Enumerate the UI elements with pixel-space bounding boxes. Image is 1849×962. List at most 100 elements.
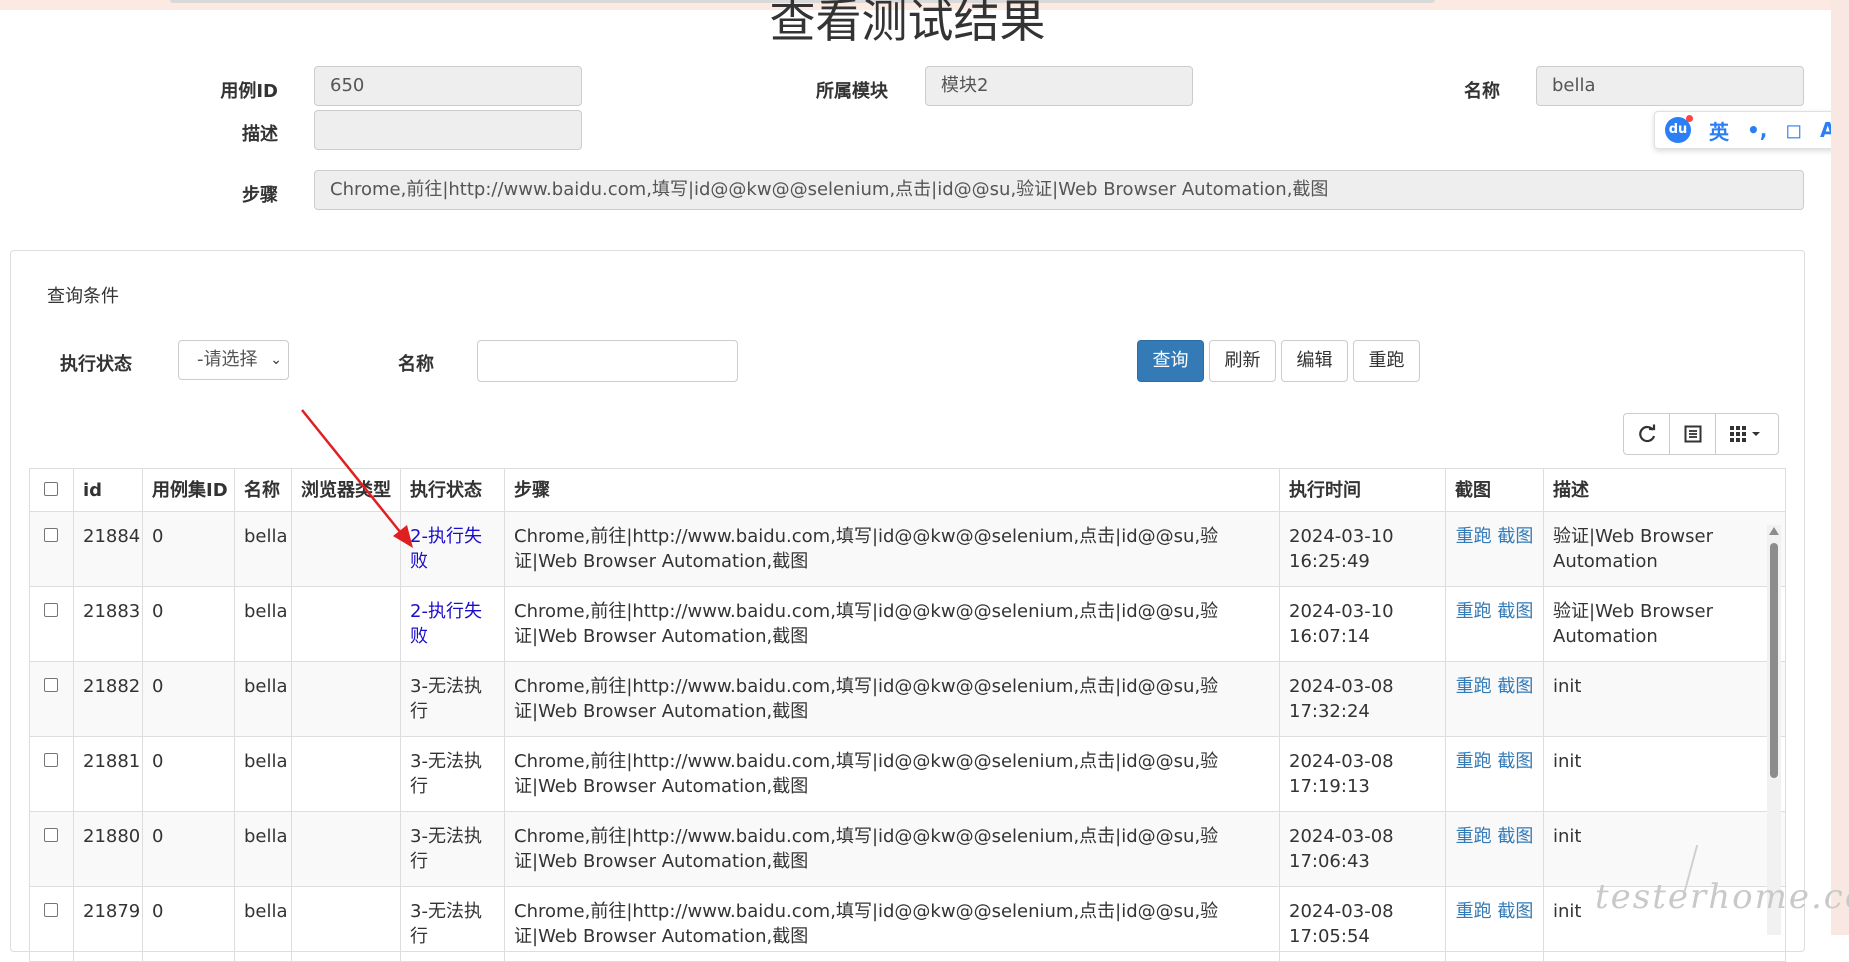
cell-id: 21880 xyxy=(73,811,143,887)
cell-name: bella xyxy=(234,661,292,737)
cell-status-link[interactable]: 2-执行失败 xyxy=(400,586,505,662)
status-filter-value: -请选择 xyxy=(197,349,258,370)
module-field[interactable]: 模块2 xyxy=(925,66,1193,106)
cell-time: 2024-03-08 17:19:13 xyxy=(1279,736,1446,812)
rerun-button[interactable]: 重跑 xyxy=(1353,340,1420,382)
screenshot-link[interactable]: 截图 xyxy=(1497,526,1533,547)
cell-id: 21884 xyxy=(73,511,143,587)
cell-status: 3-无法执行 xyxy=(400,811,505,887)
cell-status-link[interactable]: 2-执行失败 xyxy=(400,511,505,587)
table-row: 21880 0 bella 3-无法执行 Chrome,前往|http://ww… xyxy=(29,811,1786,887)
table-row: 21879 0 bella 3-无法执行 Chrome,前往|http://ww… xyxy=(29,886,1786,962)
name-filter-input[interactable] xyxy=(477,340,738,382)
screenshot-link[interactable]: 截图 xyxy=(1497,601,1533,622)
header-browser[interactable]: 浏览器类型 xyxy=(291,468,401,512)
header-name[interactable]: 名称 xyxy=(234,468,292,512)
search-button[interactable]: 查询 xyxy=(1137,340,1204,382)
table-scrollbar[interactable] xyxy=(1767,525,1781,935)
cell-name: bella xyxy=(234,736,292,812)
list-icon[interactable] xyxy=(1669,413,1716,455)
screenshot-link[interactable]: 截图 xyxy=(1497,676,1533,697)
row-checkbox[interactable] xyxy=(44,753,58,767)
steps-label: 步骤 xyxy=(242,185,278,206)
refresh-button[interactable]: 刷新 xyxy=(1209,340,1276,382)
screenshot-link[interactable]: 截图 xyxy=(1497,751,1533,772)
rerun-link[interactable]: 重跑 xyxy=(1456,826,1492,847)
screenshot-link[interactable]: 截图 xyxy=(1497,826,1533,847)
header-screenshot[interactable]: 截图 xyxy=(1445,468,1544,512)
header-id[interactable]: id xyxy=(73,468,143,512)
select-all-checkbox[interactable] xyxy=(44,481,58,496)
scrollbar-thumb[interactable] xyxy=(1770,543,1778,778)
cell-actions: 重跑 截图 xyxy=(1445,661,1544,737)
cell-description: init xyxy=(1543,661,1786,737)
punctuation-icon[interactable]: •, xyxy=(1747,118,1767,142)
table-row: 21881 0 bella 3-无法执行 Chrome,前往|http://ww… xyxy=(29,736,1786,812)
name-field[interactable]: bella xyxy=(1536,66,1804,106)
row-checkbox[interactable] xyxy=(44,903,58,917)
rerun-link[interactable]: 重跑 xyxy=(1456,526,1492,547)
chevron-down-icon: ⌄ xyxy=(270,352,282,368)
rerun-link[interactable]: 重跑 xyxy=(1456,601,1492,622)
description-field[interactable] xyxy=(314,110,582,150)
cell-suite-id: 0 xyxy=(142,886,235,962)
cell-id: 21883 xyxy=(73,586,143,662)
module-label: 所属模块 xyxy=(816,81,888,102)
table-row: 21882 0 bella 3-无法执行 Chrome,前往|http://ww… xyxy=(29,661,1786,737)
cell-name: bella xyxy=(234,811,292,887)
steps-field[interactable]: Chrome,前往|http://www.baidu.com,填写|id@@kw… xyxy=(314,170,1804,210)
cell-time: 2024-03-08 17:05:54 xyxy=(1279,886,1446,962)
cell-browser xyxy=(291,811,401,887)
select-all-cell[interactable] xyxy=(29,468,74,512)
cell-steps: Chrome,前往|http://www.baidu.com,填写|id@@kw… xyxy=(504,511,1280,587)
cell-description: 验证|Web Browser Automation xyxy=(1543,586,1786,662)
cell-description: init xyxy=(1543,736,1786,812)
ime-language-toggle[interactable]: 英 xyxy=(1709,116,1729,145)
edit-button[interactable]: 编辑 xyxy=(1281,340,1348,382)
columns-grid-icon[interactable] xyxy=(1715,413,1779,455)
header-steps[interactable]: 步骤 xyxy=(504,468,1280,512)
case-id-field[interactable]: 650 xyxy=(314,66,582,106)
row-checkbox[interactable] xyxy=(44,678,58,692)
cell-steps: Chrome,前往|http://www.baidu.com,填写|id@@kw… xyxy=(504,661,1280,737)
header-status[interactable]: 执行状态 xyxy=(400,468,505,512)
cell-time: 2024-03-08 17:06:43 xyxy=(1279,811,1446,887)
cell-browser xyxy=(291,586,401,662)
cell-browser xyxy=(291,511,401,587)
cell-name: bella xyxy=(234,886,292,962)
header-time[interactable]: 执行时间 xyxy=(1279,468,1446,512)
row-checkbox[interactable] xyxy=(44,528,58,542)
status-filter-select[interactable]: -请选择 ⌄ xyxy=(178,340,289,380)
cell-description: 验证|Web Browser Automation xyxy=(1543,511,1786,587)
cell-status: 3-无法执行 xyxy=(400,661,505,737)
cell-id: 21882 xyxy=(73,661,143,737)
query-conditions-title: 查询条件 xyxy=(47,286,119,307)
refresh-icon[interactable] xyxy=(1623,413,1670,455)
cell-browser xyxy=(291,661,401,737)
cell-suite-id: 0 xyxy=(142,736,235,812)
row-checkbox[interactable] xyxy=(44,603,58,617)
window-right-edge xyxy=(1831,0,1849,935)
fullwidth-icon[interactable]: ◻ xyxy=(1785,118,1802,142)
cell-name: bella xyxy=(234,511,292,587)
cell-suite-id: 0 xyxy=(142,511,235,587)
ime-logo-icon[interactable]: du xyxy=(1665,115,1693,143)
case-id-label: 用例ID xyxy=(220,81,278,102)
rerun-link[interactable]: 重跑 xyxy=(1456,751,1492,772)
header-suite-id[interactable]: 用例集ID xyxy=(142,468,235,512)
description-label: 描述 xyxy=(242,124,278,145)
cell-suite-id: 0 xyxy=(142,811,235,887)
rerun-link[interactable]: 重跑 xyxy=(1456,901,1492,922)
scroll-up-arrow-icon[interactable] xyxy=(1769,527,1779,535)
name-filter-label: 名称 xyxy=(398,354,434,375)
cell-actions: 重跑 截图 xyxy=(1445,811,1544,887)
cell-browser xyxy=(291,886,401,962)
rerun-link[interactable]: 重跑 xyxy=(1456,676,1492,697)
name-label: 名称 xyxy=(1464,81,1500,102)
screenshot-link[interactable]: 截图 xyxy=(1497,901,1533,922)
cell-browser xyxy=(291,736,401,812)
cell-name: bella xyxy=(234,586,292,662)
header-description[interactable]: 描述 xyxy=(1543,468,1786,512)
row-checkbox[interactable] xyxy=(44,828,58,842)
cell-steps: Chrome,前往|http://www.baidu.com,填写|id@@kw… xyxy=(504,886,1280,962)
